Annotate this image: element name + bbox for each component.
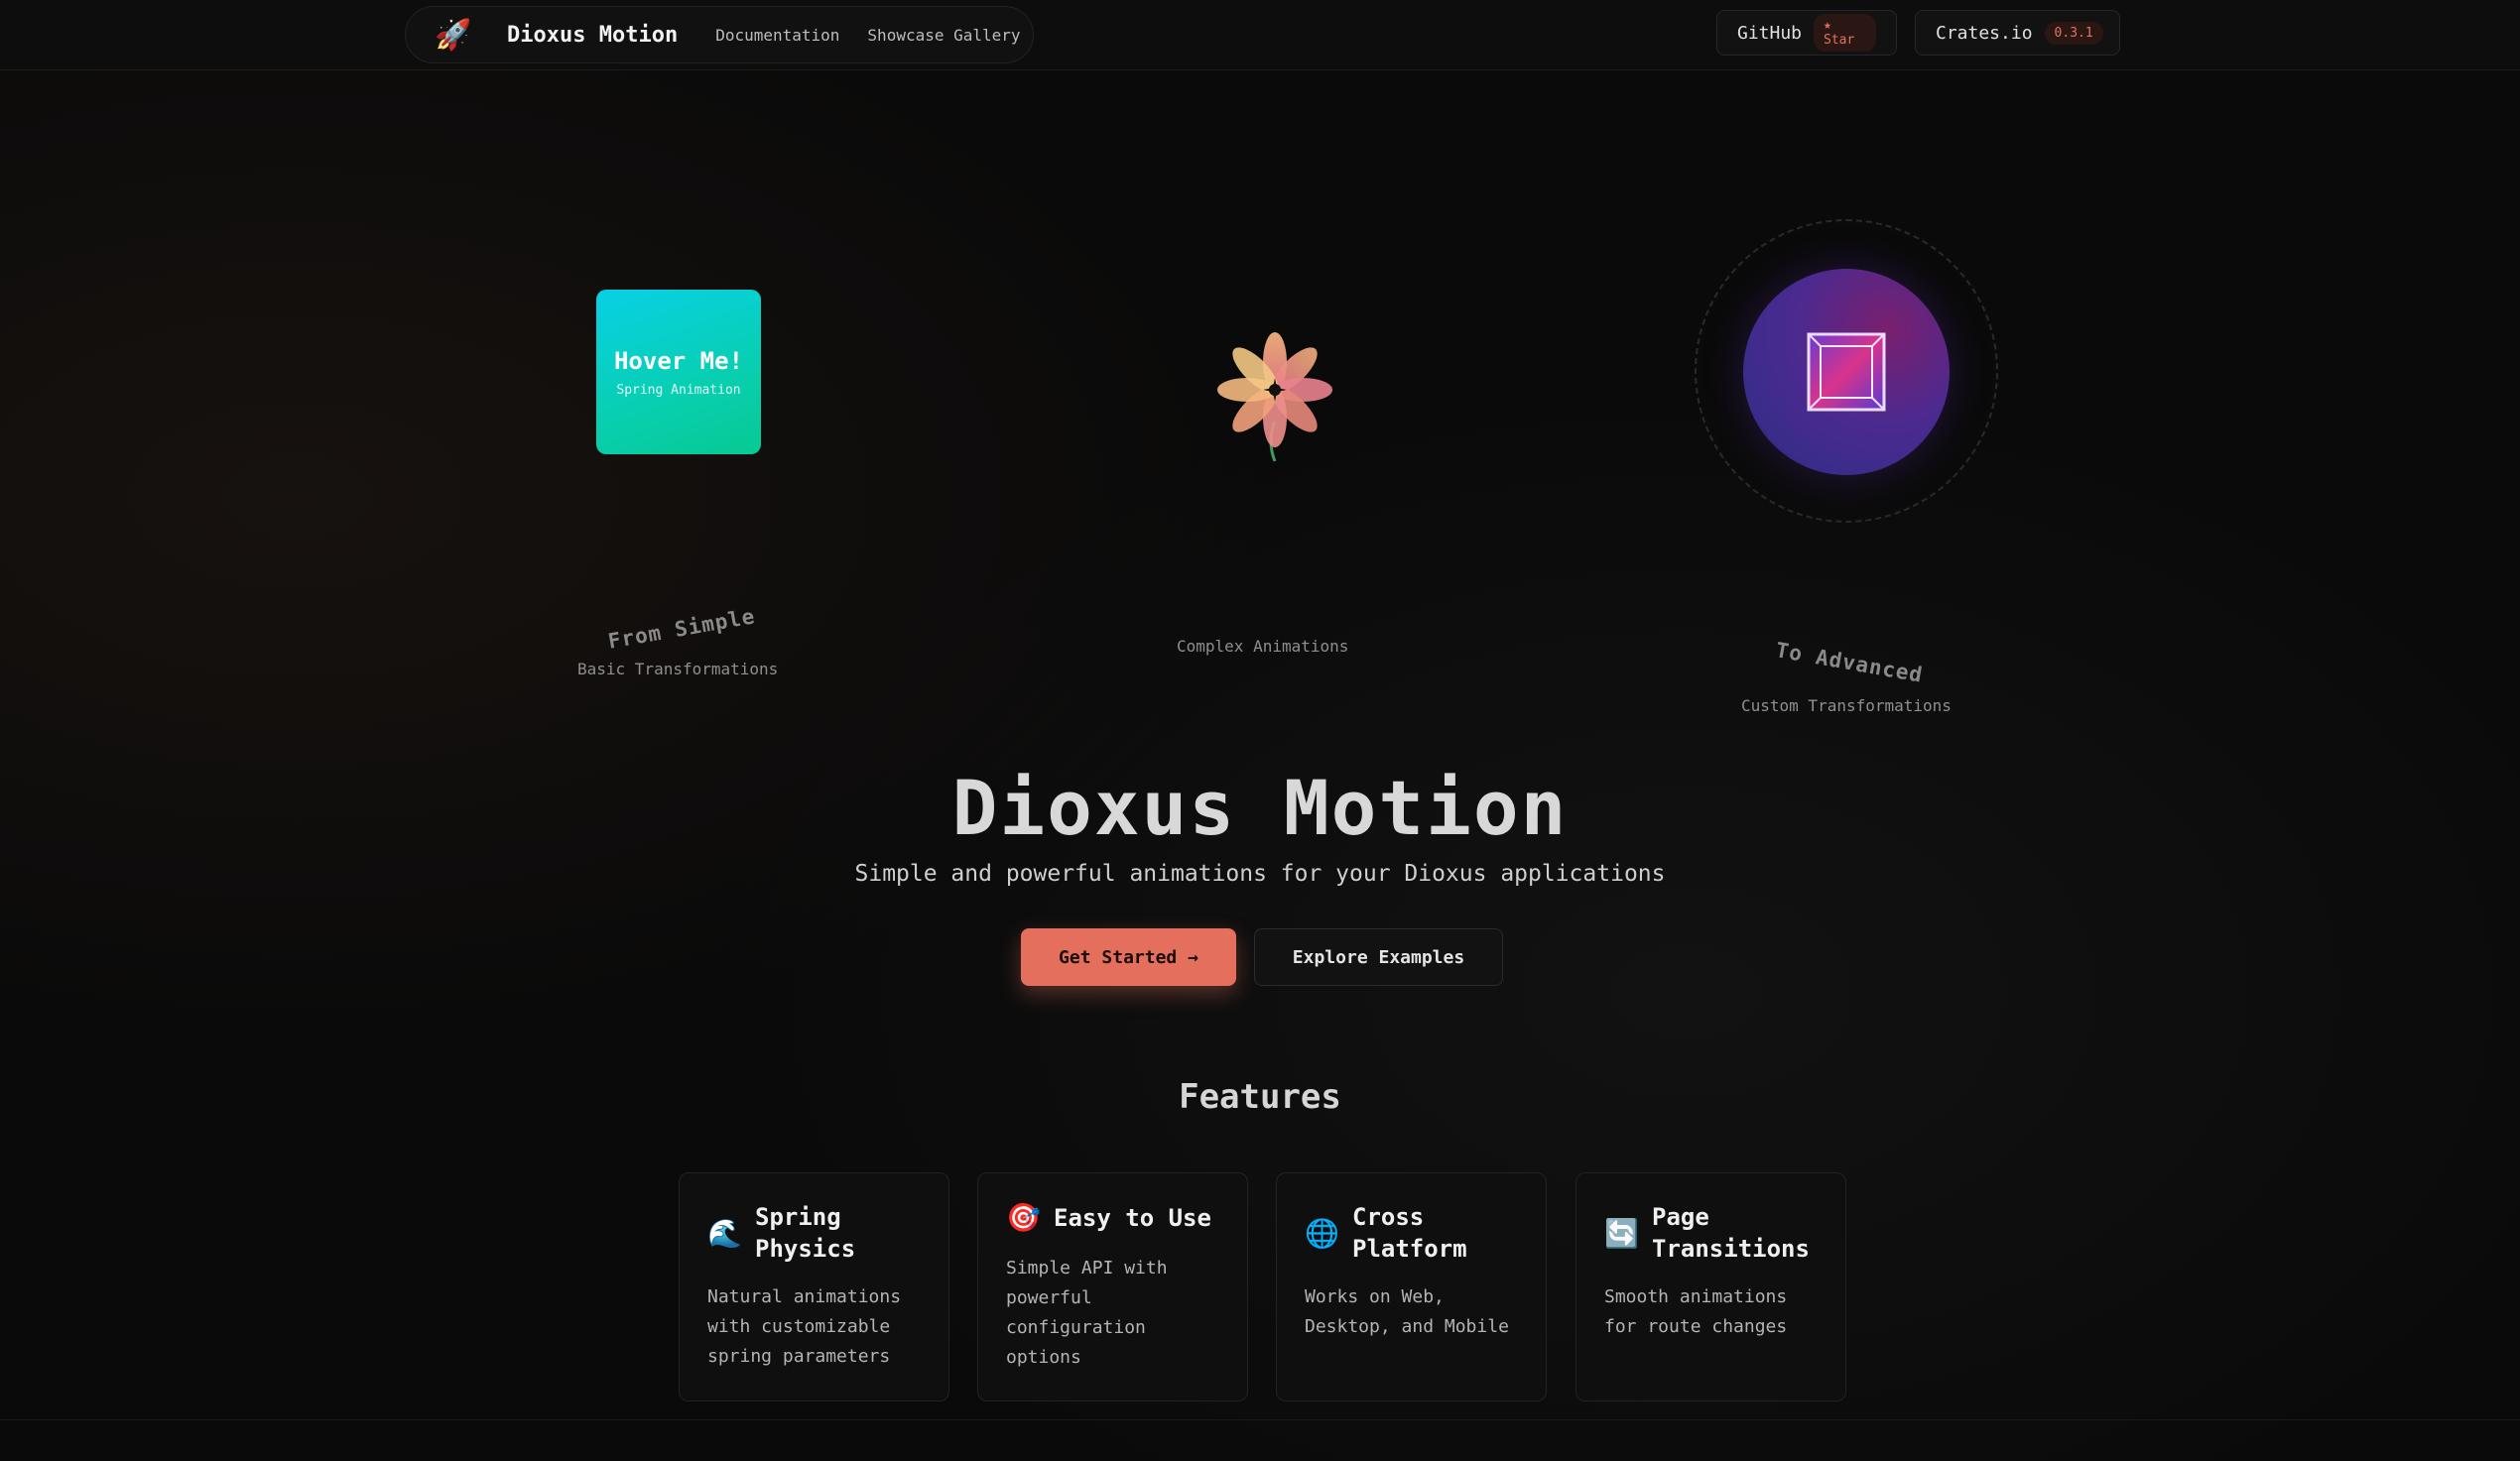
flower-animation-icon: [1217, 332, 1332, 462]
feature-description: Simple API with powerful configuration o…: [1006, 1258, 1168, 1368]
footer-divider: [0, 1419, 2520, 1420]
caption-basic-transformations: Basic Transformations: [577, 660, 779, 678]
feature-card-cross-platform: 🌐 Cross Platform Works on Web, Desktop, …: [1276, 1172, 1547, 1401]
explore-examples-button[interactable]: Explore Examples: [1254, 928, 1503, 986]
feature-title: Cross Platform: [1352, 1203, 1467, 1263]
refresh-icon: 🔄: [1604, 1216, 1639, 1250]
feature-description: Natural animations with customizable spr…: [707, 1286, 902, 1367]
feature-card-easy-to-use: 🎯 Easy to Use Simple API with powerful c…: [977, 1172, 1248, 1401]
hover-card-title: Hover Me!: [613, 346, 744, 375]
github-label: GitHub: [1737, 22, 1803, 44]
nav-link-documentation[interactable]: Documentation: [715, 26, 839, 45]
nav-link-showcase-gallery[interactable]: Showcase Gallery: [867, 26, 1020, 45]
feature-description: Smooth animations for route changes: [1604, 1286, 1788, 1337]
crates-button[interactable]: Crates.io 0.3.1: [1915, 10, 2120, 56]
crates-version-badge: 0.3.1: [2044, 21, 2103, 45]
brand-name[interactable]: Dioxus Motion: [507, 23, 678, 48]
feature-card-spring-physics: 🌊 Spring Physics Natural animations with…: [679, 1172, 949, 1401]
feature-title: Spring Physics: [755, 1203, 856, 1263]
caption-custom-transformations: Custom Transformations: [1741, 696, 1952, 715]
hover-card-subtitle: Spring Animation: [616, 382, 741, 398]
github-star-badge: ★ Star: [1814, 14, 1876, 52]
feature-description: Works on Web, Desktop, and Mobile: [1305, 1286, 1509, 1337]
globe-icon: 🌐: [1305, 1216, 1339, 1250]
rocket-icon[interactable]: 🚀: [434, 18, 473, 53]
get-started-button[interactable]: Get Started →: [1021, 928, 1236, 986]
nav-pill: 🚀 Dioxus Motion Documentation Showcase G…: [405, 6, 1034, 63]
github-button[interactable]: GitHub ★ Star: [1716, 10, 1897, 56]
hero-title: Dioxus Motion: [951, 764, 1569, 852]
hero-subtitle: Simple and powerful animations for your …: [854, 861, 1666, 887]
feature-title: Page Transitions: [1652, 1203, 1810, 1263]
caption-from-simple: From Simple: [606, 604, 758, 654]
wave-icon: 🌊: [707, 1216, 742, 1250]
top-navbar: 🚀 Dioxus Motion Documentation Showcase G…: [0, 0, 2520, 70]
cube-icon: [1807, 332, 1886, 412]
target-icon: 🎯: [1006, 1201, 1041, 1234]
feature-card-page-transitions: 🔄 Page Transitions Smooth animations for…: [1575, 1172, 1846, 1401]
features-heading: Features: [1179, 1077, 1341, 1117]
crates-label: Crates.io: [1936, 22, 2033, 44]
caption-complex-animations: Complex Animations: [1177, 637, 1349, 656]
hover-card[interactable]: Hover Me! Spring Animation: [596, 290, 761, 454]
feature-title: Easy to Use: [1054, 1203, 1211, 1232]
caption-to-advanced: To Advanced: [1774, 638, 1926, 687]
